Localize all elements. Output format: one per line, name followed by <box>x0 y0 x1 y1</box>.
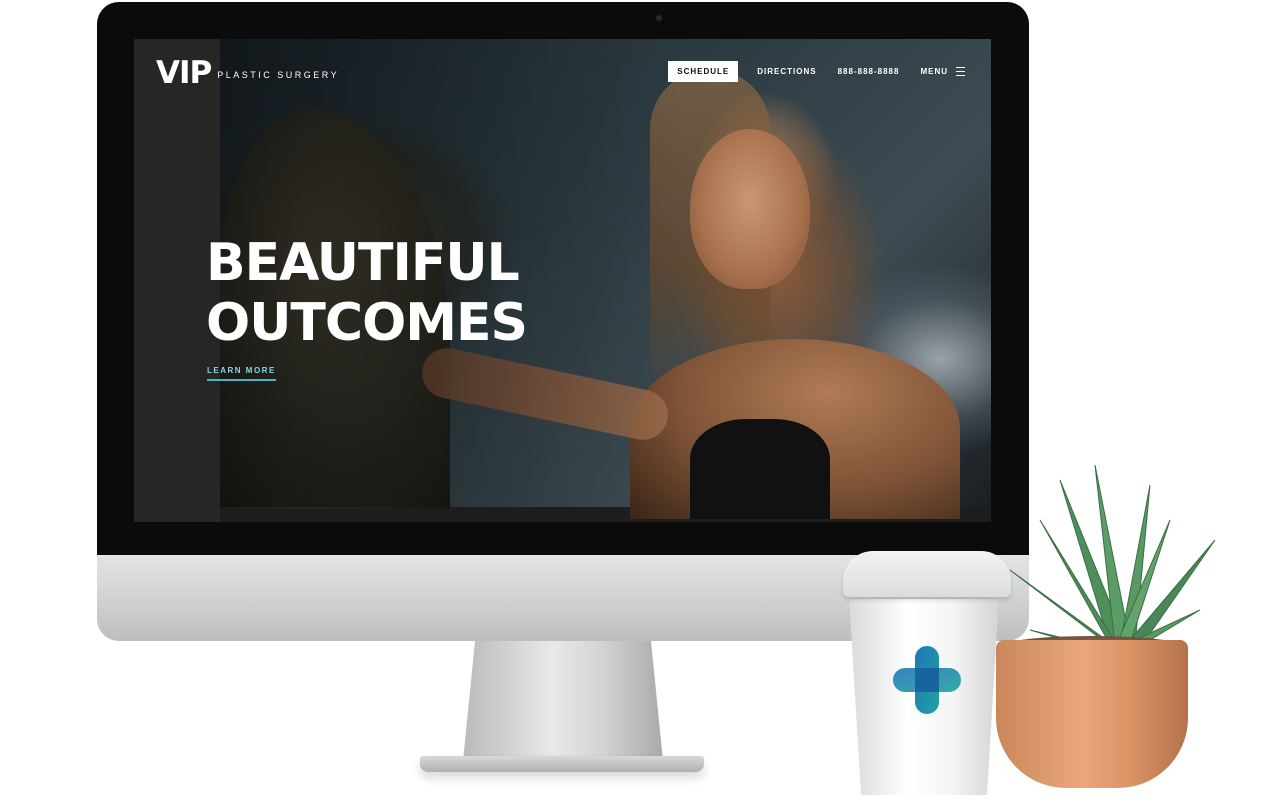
medical-cross-icon <box>893 646 961 714</box>
product-mockup-scene: VIP PLASTIC SURGERY SCHEDULE DIRECTIONS … <box>0 0 1278 811</box>
menu-button[interactable]: MENU <box>920 67 965 76</box>
directions-link[interactable]: DIRECTIONS <box>757 67 816 76</box>
headline-line-2: OUTCOMES <box>206 293 528 353</box>
top-nav: SCHEDULE DIRECTIONS 888-888-8888 MENU <box>668 61 965 82</box>
website-screen: VIP PLASTIC SURGERY SCHEDULE DIRECTIONS … <box>134 39 991 522</box>
menu-label: MENU <box>920 67 948 76</box>
monitor-foot <box>420 756 704 772</box>
logo-mark: VIP <box>156 55 212 91</box>
monitor-stand <box>463 641 663 761</box>
terracotta-pot <box>996 640 1188 788</box>
cup-rim <box>851 597 997 599</box>
cup-lid <box>843 551 1011 597</box>
logo-tagline: PLASTIC SURGERY <box>217 70 340 80</box>
phone-link[interactable]: 888-888-8888 <box>838 67 900 76</box>
webcam <box>656 15 662 21</box>
site-logo[interactable]: VIP PLASTIC SURGERY <box>156 55 339 91</box>
hamburger-icon <box>956 67 965 76</box>
headline-line-1: BEAUTIFUL <box>206 233 520 293</box>
learn-more-link[interactable]: LEARN MORE <box>207 366 276 381</box>
schedule-button[interactable]: SCHEDULE <box>668 61 739 82</box>
hero-headline: BEAUTIFUL OUTCOMES <box>206 233 528 353</box>
aloe-plant <box>1009 464 1216 655</box>
